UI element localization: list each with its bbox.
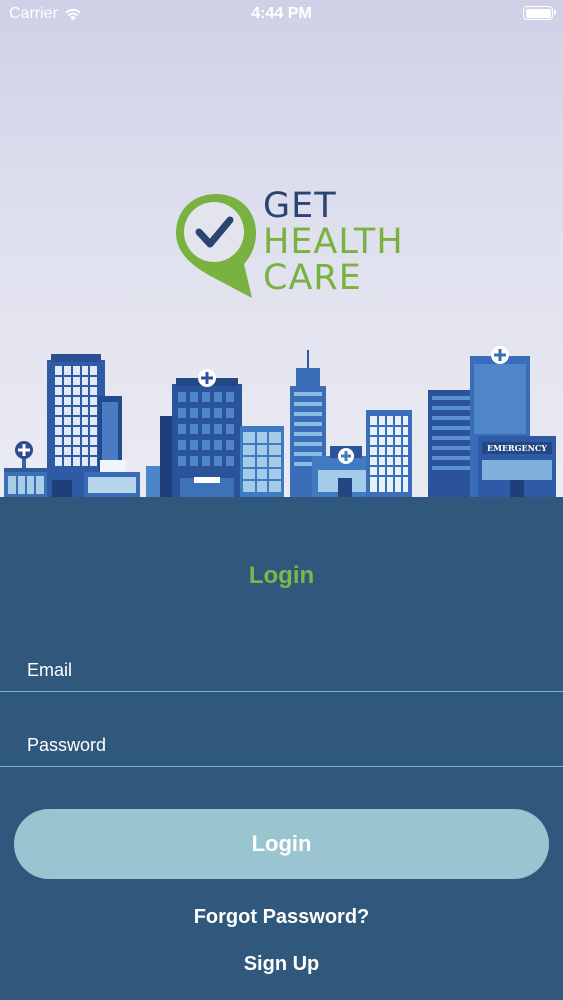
login-button[interactable]: Login xyxy=(14,809,549,879)
login-title: Login xyxy=(248,562,315,589)
logo-text-health: HEALTH xyxy=(263,222,404,262)
building-small-left xyxy=(146,416,176,498)
battery-icon xyxy=(523,6,556,20)
forgot-password-link[interactable]: Forgot Password? xyxy=(0,906,563,929)
logo-wordmark: GET HEALTH CARE xyxy=(263,188,404,296)
header-illustration-area: Carrier 4:44 PM GET HEALTH CARE EMERGENC… xyxy=(0,0,563,500)
city-hospital-illustration: EMERGENCY xyxy=(0,346,563,500)
location-pin-check-icon xyxy=(176,194,256,298)
email-field-container xyxy=(0,652,563,692)
emergency-sign: EMERGENCY xyxy=(487,443,547,453)
login-form: Login Login Forgot Password? Sign Up xyxy=(0,500,563,1000)
building-tall-tower xyxy=(47,354,140,498)
password-input[interactable] xyxy=(27,735,547,756)
logo-text-care: CARE xyxy=(263,258,362,298)
password-field-container xyxy=(0,727,563,767)
status-bar: Carrier 4:44 PM xyxy=(0,0,563,30)
building-grid-tower xyxy=(366,410,412,498)
app-logo: GET HEALTH CARE xyxy=(170,188,403,308)
building-emergency-hospital: EMERGENCY xyxy=(428,346,556,498)
building-left-clinic xyxy=(4,441,48,498)
status-time: 4:44 PM xyxy=(251,5,312,22)
building-central-hospital xyxy=(172,369,284,498)
logo-text-get: GET xyxy=(263,186,337,226)
sign-up-link[interactable]: Sign Up xyxy=(0,953,563,976)
email-input[interactable] xyxy=(27,660,547,681)
